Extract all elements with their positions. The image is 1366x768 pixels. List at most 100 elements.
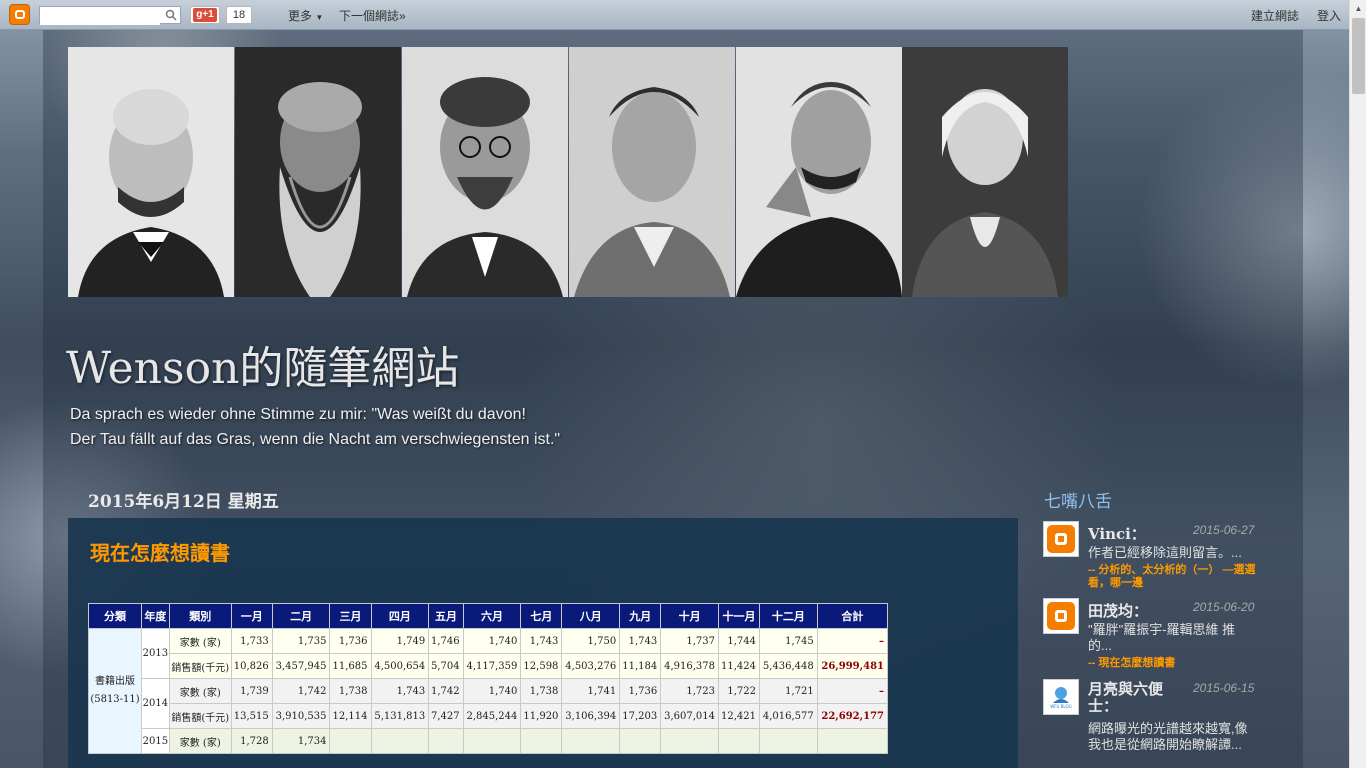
more-menu[interactable]: 更多 ▼	[288, 7, 323, 24]
value-cell: 1,750	[561, 628, 621, 654]
value-cell: 1,745	[759, 628, 818, 654]
blog-description: Da sprach es wieder ohne Stimme zu mir: …	[70, 402, 560, 452]
column-header: 一月	[230, 603, 273, 629]
portrait-5	[736, 47, 902, 297]
column-header: 九月	[619, 603, 662, 629]
value-cell: 12,114	[329, 703, 372, 729]
value-cell: 11,424	[717, 653, 761, 679]
column-header: 三月	[329, 603, 372, 629]
column-header: 七月	[520, 603, 563, 629]
value-cell: 11,920	[520, 703, 563, 729]
value-cell: 1,733	[230, 628, 273, 654]
comment-author: 田茂均：	[1088, 602, 1149, 620]
total-cell: 26,999,481	[816, 653, 889, 679]
type-cell: 家數 (家)	[168, 728, 232, 754]
value-cell	[329, 728, 372, 754]
total-cell	[816, 728, 889, 754]
value-cell: 4,117,359	[462, 653, 522, 679]
value-cell: 5,131,813	[370, 703, 430, 729]
value-cell: 7,427	[428, 703, 464, 729]
next-blog-link[interactable]: 下一個網誌»	[339, 7, 406, 24]
description-line-1: Da sprach es wieder ohne Stimme zu mir: …	[70, 406, 526, 423]
value-cell: 1,723	[660, 678, 719, 704]
value-cell: 4,016,577	[759, 703, 818, 729]
category-cell: 書籍出版 (5813-11)	[88, 628, 142, 754]
blogger-logo-icon[interactable]	[9, 4, 30, 25]
type-cell: 家數 (家)	[168, 628, 232, 654]
value-cell: 3,106,394	[561, 703, 621, 729]
plus-count: 18	[226, 6, 252, 24]
search-box[interactable]	[39, 6, 181, 25]
type-cell: 銷售額(千元)	[168, 703, 232, 729]
column-header: 二月	[271, 603, 331, 629]
value-cell: 1,742	[271, 678, 331, 704]
scroll-up-icon[interactable]: ▲	[1350, 0, 1366, 17]
google-plus-button[interactable]: g+1	[190, 6, 220, 24]
column-header: 類別	[168, 603, 232, 629]
column-header: 合計	[816, 603, 889, 629]
table-header-row: 分類 年度 類別 一月 二月 三月 四月 五月 六月 七月 八月 九月 十月 十一月 十二月 合計	[88, 603, 889, 629]
portrait-4	[569, 47, 735, 297]
search-input[interactable]	[40, 9, 160, 25]
portrait-6	[902, 47, 1068, 297]
avatar[interactable]	[1043, 598, 1079, 634]
value-cell	[759, 728, 818, 754]
page-scrollbar[interactable]: ▲	[1349, 0, 1366, 768]
value-cell: 1,734	[271, 728, 331, 754]
value-cell: 11,184	[619, 653, 662, 679]
value-cell: 1,740	[462, 678, 522, 704]
blogger-navbar: g+1 18 更多 ▼ 下一個網誌» 建立網誌 登入	[0, 0, 1366, 30]
table-row: 書籍出版 (5813-11) 2013 家數 (家) 1,733 1,735 1,736 1,…	[88, 628, 889, 754]
value-cell: 4,500,654	[370, 653, 430, 679]
value-cell: 3,607,014	[660, 703, 719, 729]
year-cell: 2014	[140, 678, 170, 729]
value-cell: 1,742	[428, 678, 464, 704]
avatar[interactable]: WFU BLOG	[1043, 679, 1079, 715]
comment-post-link[interactable]: -- 現在怎麼想讀書	[1088, 657, 1258, 670]
create-blog-link[interactable]: 建立網誌	[1251, 7, 1299, 24]
total-cell: –	[816, 678, 889, 704]
year-cell: 2013	[140, 628, 170, 679]
column-header: 十二月	[759, 603, 818, 629]
header-image[interactable]	[68, 47, 1068, 297]
column-header: 五月	[428, 603, 464, 629]
portrait-2	[235, 47, 401, 297]
value-cell: 12,598	[520, 653, 563, 679]
value-cell: 4,503,276	[561, 653, 621, 679]
blog-title[interactable]: Wenson的隨筆網站	[66, 332, 459, 396]
portrait-1	[68, 47, 234, 297]
value-cell: 10,826	[230, 653, 273, 679]
comment-text: 網路曝光的光譜越來越寬,像我也是從網路開始瞭解譚...	[1088, 721, 1248, 752]
column-header: 八月	[561, 603, 621, 629]
value-cell	[717, 728, 761, 754]
total-cell: 22,692,177	[816, 703, 889, 729]
blogger-icon	[1047, 602, 1075, 630]
value-cell: 3,910,535	[271, 703, 331, 729]
value-cell: 1,744	[717, 628, 761, 654]
value-cell: 1,743	[619, 628, 662, 654]
post-date: 2015年6月12日 星期五	[88, 492, 279, 512]
post-container: 現在怎麼想讀書 分類 年度 類別 一月 二月 三月 四月 五月 六月 七月 八月 九月 十月 十一月 十二月…	[68, 518, 1018, 768]
table-row: 銷售額(千元) 10,826 3,457,945 11,685 4,500,654 5,7…	[89, 653, 889, 679]
value-cell: 5,704	[428, 653, 464, 679]
blogger-icon	[1047, 525, 1075, 553]
value-cell	[370, 728, 430, 754]
value-cell: 2,845,244	[462, 703, 522, 729]
value-cell: 1,736	[329, 628, 372, 654]
category-name: 書籍出版	[94, 676, 135, 687]
sales-table: 分類 年度 類別 一月 二月 三月 四月 五月 六月 七月 八月 九月 十月 十一月 十二月 合計 書籍出版 (…	[88, 603, 889, 754]
value-cell: 17,203	[619, 703, 662, 729]
value-cell: 11,685	[329, 653, 372, 679]
scroll-thumb[interactable]	[1352, 18, 1365, 94]
value-cell: 1,749	[370, 628, 430, 654]
type-cell: 家數 (家)	[168, 678, 232, 704]
login-link[interactable]: 登入	[1317, 7, 1341, 24]
search-icon[interactable]	[165, 9, 177, 21]
column-header: 十月	[660, 603, 719, 629]
value-cell: 1,743	[370, 678, 430, 704]
total-cell: –	[816, 628, 889, 654]
avatar[interactable]	[1043, 521, 1079, 557]
comment-post-link[interactable]: -- 分析的、太分析的（一） —選選看，哪一邊	[1088, 564, 1258, 590]
value-cell: 1,736	[619, 678, 662, 704]
post-title[interactable]: 現在怎麼想讀書	[90, 537, 230, 566]
